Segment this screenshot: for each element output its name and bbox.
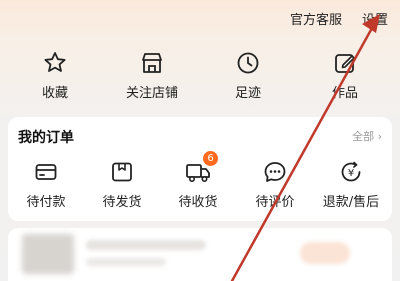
package-icon (112, 162, 132, 182)
pending-shipment-button[interactable]: 待发货 (84, 159, 160, 210)
store-icon (142, 53, 162, 73)
works-label: 作品 (331, 86, 358, 101)
refund-icon: ¥ (341, 161, 361, 182)
my-orders-card: 我的订单 全部 › 待付款 待发货 6 待收货 待评价 ¥ 退款/售后 (8, 117, 392, 221)
svg-text:¥: ¥ (348, 168, 354, 179)
star-icon (44, 52, 66, 72)
pending-payment-button[interactable]: 待付款 (8, 159, 84, 210)
pending-receipt-count-badge: 6 (203, 151, 218, 166)
settings-link[interactable]: 设置 (362, 9, 388, 28)
comment-icon (264, 162, 286, 182)
pending-receipt-button[interactable]: 6 待收货 (160, 151, 236, 210)
edit-icon (335, 54, 355, 73)
quick-actions-row: 收藏 关注店铺 足迹 作品 (0, 50, 400, 105)
blurred-text-line (86, 258, 166, 266)
pending-payment-label: 待付款 (26, 195, 66, 210)
refund-after-sales-button[interactable]: ¥ 退款/售后 (313, 159, 389, 210)
works-button[interactable]: 作品 (300, 50, 390, 101)
chevron-right-icon: › (377, 130, 382, 143)
pending-review-label: 待评价 (255, 195, 295, 210)
view-all-label: 全部 (352, 130, 375, 143)
view-all-orders-link[interactable]: 全部 › (352, 128, 382, 144)
pending-shipment-label: 待发货 (102, 195, 142, 210)
blurred-action-button (300, 242, 350, 264)
my-orders-title: 我的订单 (18, 130, 74, 146)
top-bar: 官方客服 设置 (0, 0, 400, 36)
pending-review-button[interactable]: 待评价 (237, 159, 313, 210)
wallet-icon (35, 164, 57, 180)
official-service-link[interactable]: 官方客服 (290, 9, 342, 28)
followed-stores-button[interactable]: 关注店铺 (107, 50, 197, 101)
favorites-label: 收藏 (41, 86, 68, 101)
blurred-order-preview (8, 228, 392, 281)
clock-icon (237, 52, 259, 74)
footprints-button[interactable]: 足迹 (203, 50, 293, 101)
followed-stores-label: 关注店铺 (125, 86, 178, 101)
pending-receipt-label: 待收货 (178, 195, 218, 210)
refund-after-sales-label: 退款/售后 (322, 195, 380, 210)
favorites-button[interactable]: 收藏 (10, 50, 100, 101)
footprints-label: 足迹 (234, 86, 261, 101)
blurred-text-line (86, 240, 206, 250)
blurred-thumbnail (22, 234, 74, 274)
